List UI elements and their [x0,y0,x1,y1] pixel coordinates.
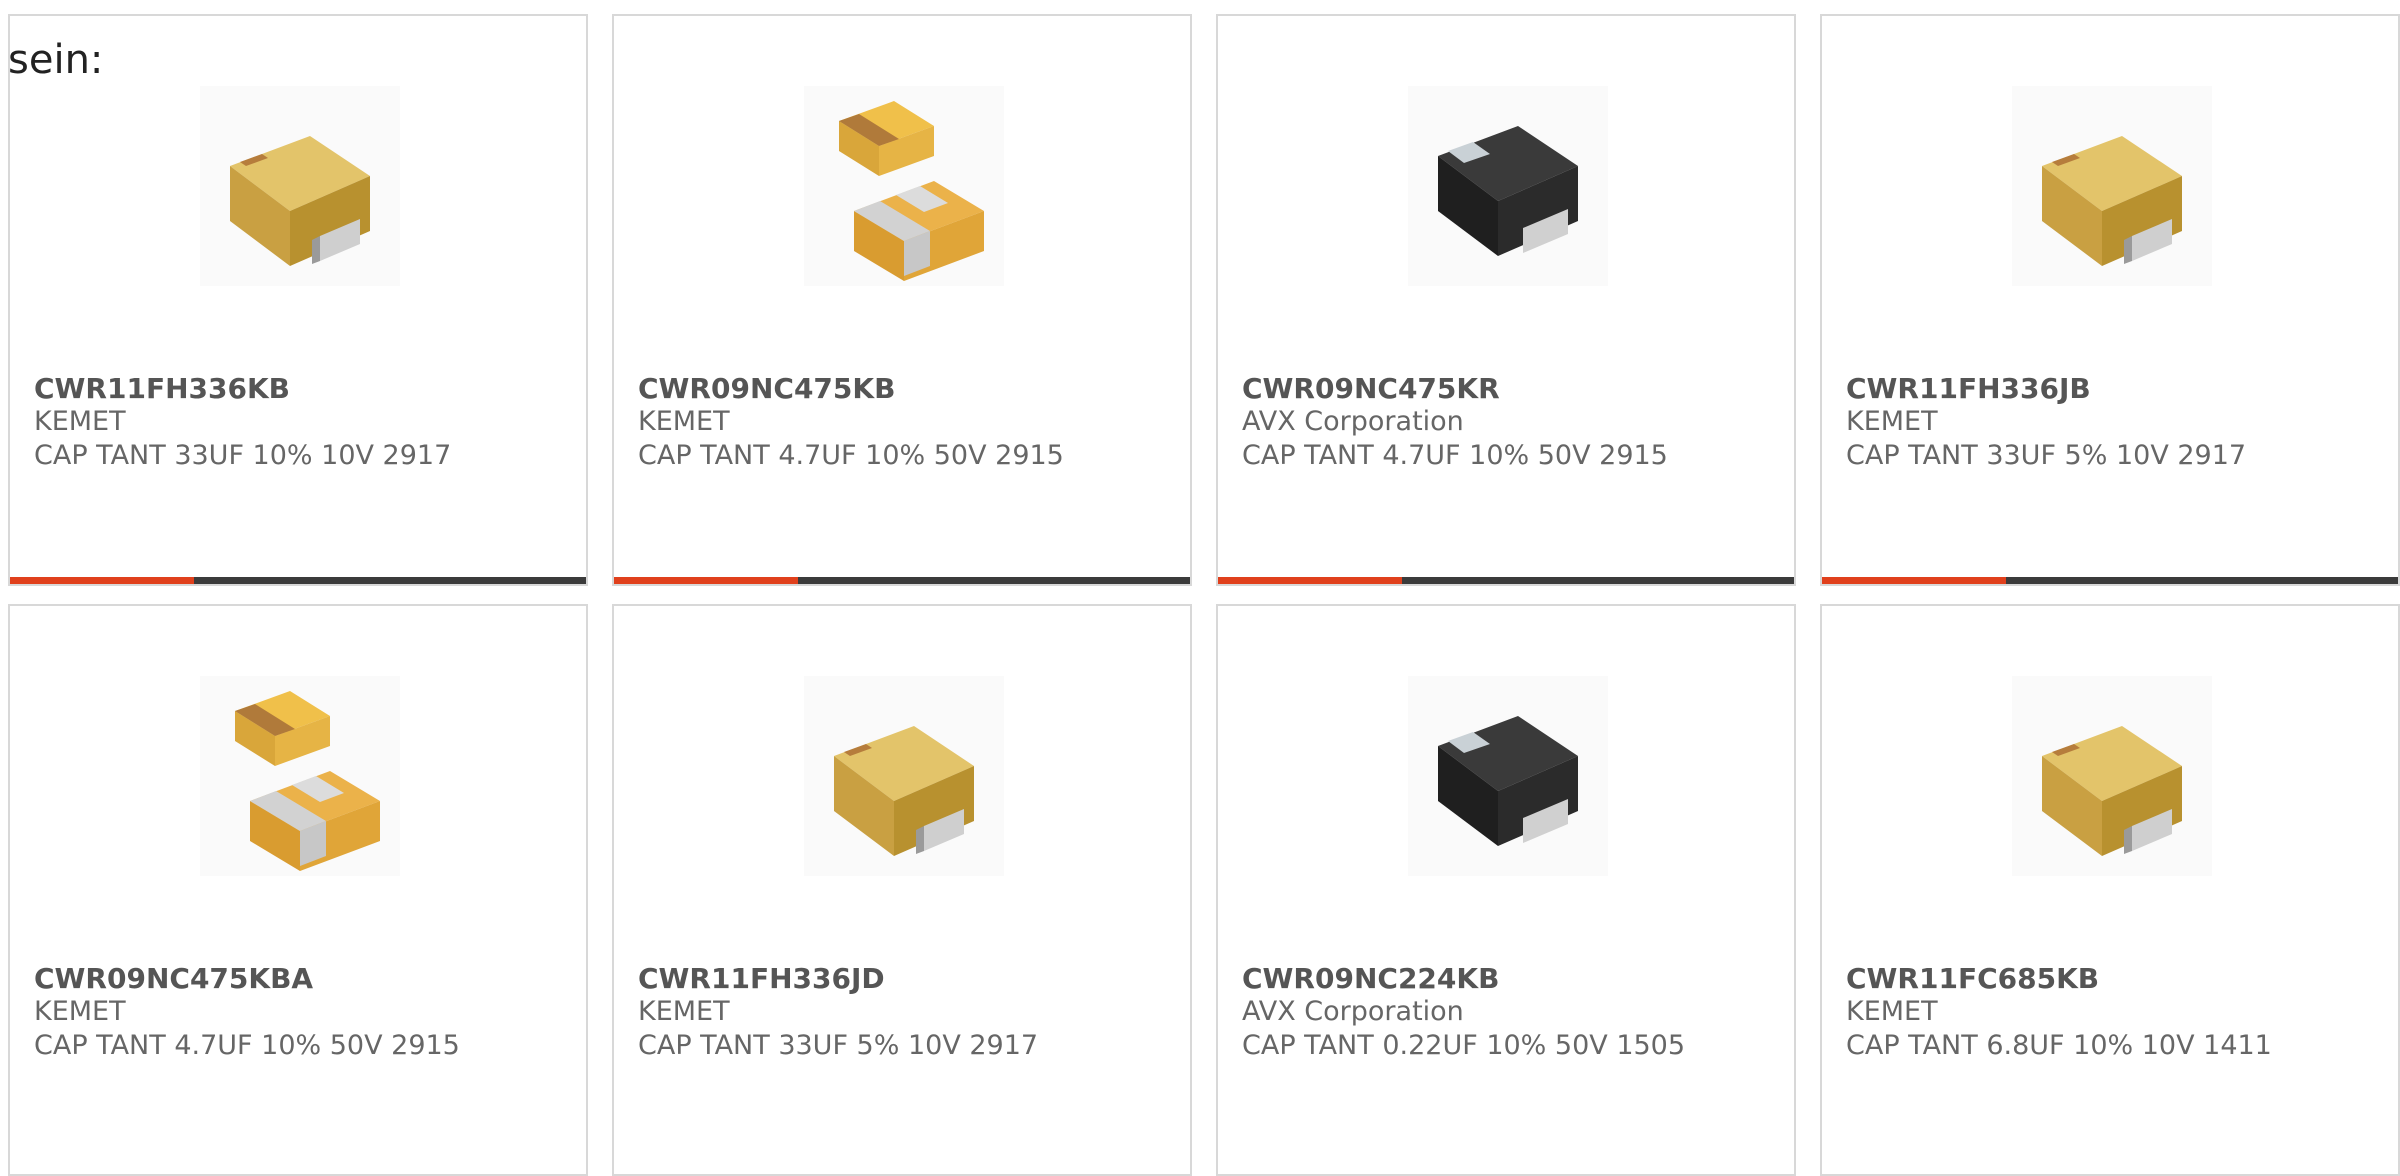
tan-chip-icon[interactable] [2012,86,2212,286]
progress-fill [1822,577,2007,584]
manufacturer: KEMET [1846,406,1938,437]
product-description: CAP TANT 33UF 10% 10V 2917 [34,440,452,471]
product-description: CAP TANT 33UF 5% 10V 2917 [1846,440,2247,471]
manufacturer: AVX Corporation [1242,996,1464,1027]
part-number[interactable]: CWR09NC475KBA [34,962,313,995]
progress-fill [1218,577,1403,584]
progress-bar [1218,577,1794,584]
product-card[interactable]: CWR11FH336JD KEMET CAP TANT 33UF 5% 10V 29… [612,604,1192,1176]
product-card[interactable]: CWR09NC475KB KEMET CAP TANT 4.7UF 10% 50V … [612,14,1192,586]
product-card[interactable]: CWR09NC475KBA KEMET CAP TANT 4.7UF 10% 50V… [8,604,588,1176]
product-card[interactable]: CWR09NC475KR AVX Corporation CAP TANT 4.7U… [1216,14,1796,586]
black-chip-icon[interactable] [1408,676,1608,876]
product-card[interactable]: CWR11FC685KB KEMET CAP TANT 6.8UF 10% 10V … [1820,604,2400,1176]
product-description: CAP TANT 6.8UF 10% 10V 1411 [1846,1030,2272,1061]
manufacturer: AVX Corporation [1242,406,1464,437]
progress-fill [10,577,195,584]
tan-chip-icon[interactable] [200,86,400,286]
progress-bar [614,577,1190,584]
manufacturer: KEMET [638,406,730,437]
part-number[interactable]: CWR09NC224KB [1242,962,1499,995]
section-heading: sein: [8,37,104,83]
manufacturer: KEMET [638,996,730,1027]
progress-bar [1822,577,2398,584]
part-number[interactable]: CWR11FH336JB [1846,372,2091,405]
product-description: CAP TANT 0.22UF 10% 50V 1505 [1242,1030,1686,1061]
product-card[interactable]: CWR11FH336JB KEMET CAP TANT 33UF 5% 10V 29… [1820,14,2400,586]
tan-chip-icon[interactable] [804,676,1004,876]
part-number[interactable]: CWR11FC685KB [1846,962,2099,995]
product-description: CAP TANT 33UF 5% 10V 2917 [638,1030,1039,1061]
progress-fill [614,577,799,584]
product-description: CAP TANT 4.7UF 10% 50V 2915 [34,1030,460,1061]
part-number[interactable]: CWR09NC475KB [638,372,895,405]
black-chip-icon[interactable] [1408,86,1608,286]
product-description: CAP TANT 4.7UF 10% 50V 2915 [1242,440,1668,471]
product-card[interactable]: CWR11FH336KB KEMET CAP TANT 33UF 10% 10V 2… [8,14,588,586]
tan-chip-icon[interactable] [2012,676,2212,876]
part-number[interactable]: CWR11FH336KB [34,372,290,405]
product-description: CAP TANT 4.7UF 10% 50V 2915 [638,440,1064,471]
progress-bar [10,577,586,584]
part-number[interactable]: CWR09NC475KR [1242,372,1500,405]
manufacturer: KEMET [34,406,126,437]
product-card[interactable]: CWR09NC224KB AVX Corporation CAP TANT 0.22… [1216,604,1796,1176]
manufacturer: KEMET [34,996,126,1027]
manufacturer: KEMET [1846,996,1938,1027]
part-number[interactable]: CWR11FH336JD [638,962,885,995]
tan-chip-pair-icon[interactable] [200,676,400,876]
tan-chip-pair-icon[interactable] [804,86,1004,286]
